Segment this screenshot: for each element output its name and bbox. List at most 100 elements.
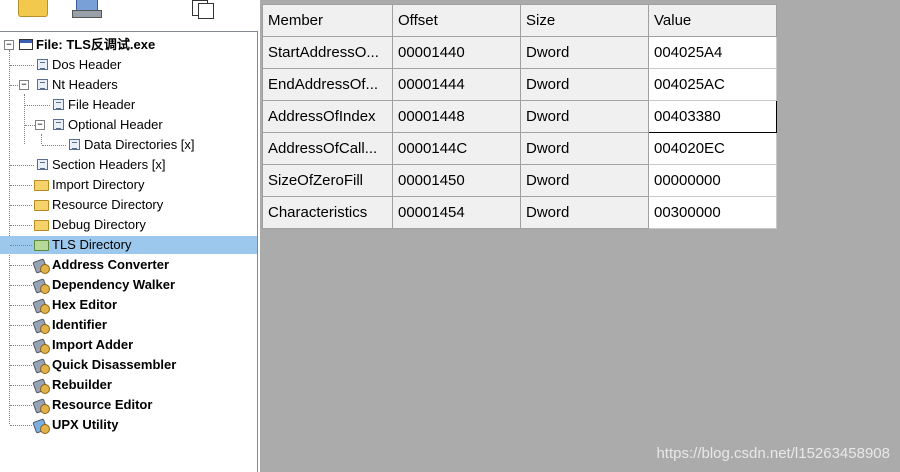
tree-line bbox=[10, 385, 32, 386]
save-disk-icon[interactable] bbox=[72, 0, 102, 18]
tree-item-import-directory[interactable]: Import Directory bbox=[0, 175, 257, 195]
tree-line bbox=[10, 305, 32, 306]
tree-item-dos-header[interactable]: Dos Header bbox=[0, 55, 257, 75]
tree-item-label: Hex Editor bbox=[52, 297, 118, 312]
cell-value[interactable]: 00000000 bbox=[648, 164, 777, 197]
cell-size: Dword bbox=[520, 100, 649, 133]
tree-item-label: Resource Directory bbox=[52, 197, 164, 212]
tree-line bbox=[10, 225, 32, 226]
cell-value[interactable]: 004025AC bbox=[648, 68, 777, 101]
tree-line bbox=[10, 405, 32, 406]
tool-icon bbox=[32, 338, 50, 354]
tree-item-label: Optional Header bbox=[68, 117, 163, 132]
folder-icon bbox=[34, 180, 49, 191]
tree-item-optional-header[interactable]: − Optional Header bbox=[0, 115, 257, 135]
tree-line bbox=[10, 285, 32, 286]
cell-value-focused[interactable]: 00403380 bbox=[648, 100, 777, 133]
tree-line bbox=[10, 265, 32, 266]
cell-member: AddressOfIndex bbox=[262, 100, 393, 133]
cell-member: EndAddressOf... bbox=[262, 68, 393, 101]
tree-item-file-header[interactable]: File Header bbox=[0, 95, 257, 115]
table-row[interactable]: SizeOfZeroFill 00001450 Dword 00000000 bbox=[262, 164, 777, 197]
tree-item-rebuilder[interactable]: Rebuilder bbox=[0, 375, 257, 395]
tree-item-resource-editor[interactable]: Resource Editor bbox=[0, 395, 257, 415]
column-header-member[interactable]: Member bbox=[262, 4, 393, 37]
tree-item-data-directories[interactable]: Data Directories [x] bbox=[0, 135, 257, 155]
copy-icon[interactable] bbox=[190, 0, 216, 19]
tree-item-label: Debug Directory bbox=[52, 217, 146, 232]
column-header-value[interactable]: Value bbox=[648, 4, 777, 37]
tree-item-resource-directory[interactable]: Resource Directory bbox=[0, 195, 257, 215]
table-row[interactable]: StartAddressO... 00001440 Dword 004025A4 bbox=[262, 36, 777, 69]
tree-line bbox=[10, 245, 32, 246]
tree-item-label: Dos Header bbox=[52, 57, 122, 72]
cell-offset: 00001454 bbox=[392, 196, 521, 229]
tree-item-hex-editor[interactable]: Hex Editor bbox=[0, 295, 257, 315]
folder-icon bbox=[34, 220, 49, 231]
cell-value[interactable]: 004025A4 bbox=[648, 36, 777, 69]
collapse-icon[interactable]: − bbox=[35, 120, 45, 130]
tree-item-label: Import Adder bbox=[52, 337, 134, 352]
open-folder-icon[interactable] bbox=[18, 0, 48, 17]
tree-line bbox=[10, 425, 32, 426]
collapse-icon[interactable]: − bbox=[19, 80, 29, 90]
cell-size: Dword bbox=[520, 132, 649, 165]
tool-icon bbox=[32, 418, 50, 434]
cell-offset: 0000144C bbox=[392, 132, 521, 165]
tree-item-label: UPX Utility bbox=[52, 417, 119, 432]
cell-value[interactable]: 00300000 bbox=[648, 196, 777, 229]
table-row[interactable]: EndAddressOf... 00001444 Dword 004025AC bbox=[262, 68, 777, 101]
cell-member: Characteristics bbox=[262, 196, 393, 229]
tree-item-nt-headers[interactable]: − Nt Headers bbox=[0, 75, 257, 95]
tree-line bbox=[10, 365, 32, 366]
table-row[interactable]: AddressOfIndex 00001448 Dword 00403380 bbox=[262, 100, 777, 133]
table-row[interactable]: Characteristics 00001454 Dword 00300000 bbox=[262, 196, 777, 229]
tree-root-label: File: TLS反调试.exe bbox=[36, 37, 156, 52]
collapse-icon[interactable]: − bbox=[4, 40, 14, 50]
tree-line bbox=[25, 125, 35, 126]
cell-offset: 00001440 bbox=[392, 36, 521, 69]
watermark: https://blog.csdn.net/l15263458908 bbox=[656, 445, 890, 462]
tree-item-address-converter[interactable]: Address Converter bbox=[0, 255, 257, 275]
tool-icon bbox=[32, 378, 50, 394]
tree-line bbox=[10, 205, 32, 206]
column-header-offset[interactable]: Offset bbox=[392, 4, 521, 37]
page-icon bbox=[37, 159, 48, 170]
tree-line bbox=[10, 165, 34, 166]
tree-line bbox=[42, 145, 66, 146]
tree-item-dependency-walker[interactable]: Dependency Walker bbox=[0, 275, 257, 295]
table-row[interactable]: AddressOfCall... 0000144C Dword 004020EC bbox=[262, 132, 777, 165]
tree-item-tls-directory[interactable]: TLS Directory bbox=[0, 235, 257, 255]
page-icon bbox=[53, 99, 64, 110]
cell-member: AddressOfCall... bbox=[262, 132, 393, 165]
tree-item-identifier[interactable]: Identifier bbox=[0, 315, 257, 335]
folder-open-icon bbox=[34, 240, 49, 251]
tree-item-section-headers[interactable]: Section Headers [x] bbox=[0, 155, 257, 175]
tree-item-upx-utility[interactable]: UPX Utility bbox=[0, 415, 257, 435]
tree-item-label: Section Headers [x] bbox=[52, 157, 166, 172]
cell-offset: 00001444 bbox=[392, 68, 521, 101]
cell-member: StartAddressO... bbox=[262, 36, 393, 69]
column-header-size[interactable]: Size bbox=[520, 4, 649, 37]
tree-line bbox=[10, 325, 32, 326]
page-icon bbox=[53, 119, 64, 130]
tool-icon bbox=[32, 398, 50, 414]
tree-item-debug-directory[interactable]: Debug Directory bbox=[0, 215, 257, 235]
tree-item-label: Import Directory bbox=[52, 177, 145, 192]
tree-item-label: Address Converter bbox=[52, 257, 170, 272]
tree-view[interactable]: − File: TLS反调试.exe Dos Header − Nt Heade… bbox=[0, 31, 258, 472]
tree-line bbox=[10, 65, 34, 66]
folder-icon bbox=[34, 200, 49, 211]
tree-item-label: Data Directories [x] bbox=[84, 137, 195, 152]
cell-value[interactable]: 004020EC bbox=[648, 132, 777, 165]
cell-size: Dword bbox=[520, 196, 649, 229]
tool-icon bbox=[32, 358, 50, 374]
tree-root[interactable]: − File: TLS反调试.exe bbox=[0, 35, 257, 55]
tree-item-label: Resource Editor bbox=[52, 397, 153, 412]
tree-item-label: Rebuilder bbox=[52, 377, 112, 392]
table-header-row: Member Offset Size Value bbox=[262, 4, 777, 37]
tree-item-import-adder[interactable]: Import Adder bbox=[0, 335, 257, 355]
tree-item-quick-disassembler[interactable]: Quick Disassembler bbox=[0, 355, 257, 375]
cell-size: Dword bbox=[520, 36, 649, 69]
tree-item-label: File Header bbox=[68, 97, 136, 112]
